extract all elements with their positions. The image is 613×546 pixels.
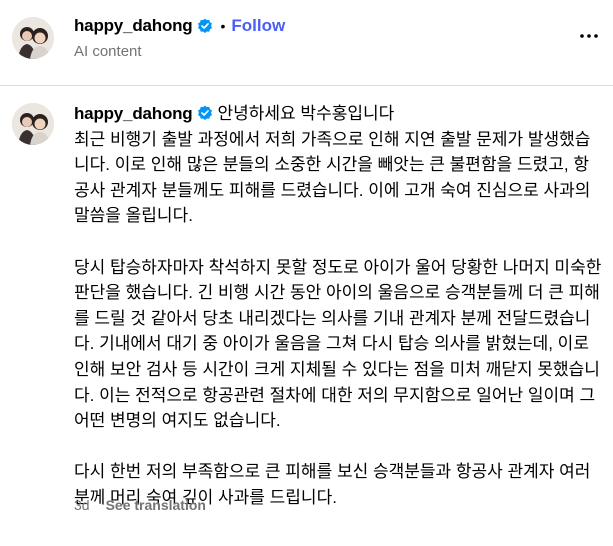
- header-text: happy_dahong • Follow AI content: [74, 14, 285, 60]
- separator-dot: •: [220, 18, 226, 34]
- more-options-icon[interactable]: [579, 26, 599, 46]
- timestamp[interactable]: 3d: [74, 497, 90, 513]
- verified-badge-icon: [197, 18, 213, 34]
- see-translation-button[interactable]: See translation: [106, 497, 206, 513]
- ai-content-label[interactable]: AI content: [74, 43, 285, 60]
- comment-meta: 3d See translation: [74, 497, 206, 513]
- apology-paragraph-1: 최근 비행기 출발 과정에서 저희 가족으로 인해 지연 출발 문제가 발생했습…: [74, 129, 591, 226]
- comment-first-line: happy_dahong 안녕하세요 박수홍입니다: [74, 101, 604, 127]
- follow-button[interactable]: Follow: [231, 16, 285, 36]
- avatar[interactable]: [12, 17, 54, 59]
- divider: [0, 85, 613, 86]
- username-link[interactable]: happy_dahong: [74, 16, 193, 36]
- greeting-text: 안녕하세요 박수홍입니다: [217, 104, 395, 123]
- avatar[interactable]: [12, 103, 54, 145]
- post-header: happy_dahong • Follow AI content: [0, 0, 613, 80]
- comment-text: happy_dahong 안녕하세요 박수홍입니다 최근 비행기 출발 과정에서 …: [74, 101, 604, 511]
- avatar-image: [12, 17, 54, 59]
- apology-paragraph-2: 당시 탑승하자마자 착석하지 못할 정도로 아이가 울어 당황한 나머지 미숙한…: [74, 257, 602, 431]
- avatar-image: [12, 103, 54, 145]
- username-row: happy_dahong • Follow: [74, 14, 285, 38]
- comment-username-link[interactable]: happy_dahong: [74, 104, 193, 123]
- verified-badge-icon: [197, 103, 213, 120]
